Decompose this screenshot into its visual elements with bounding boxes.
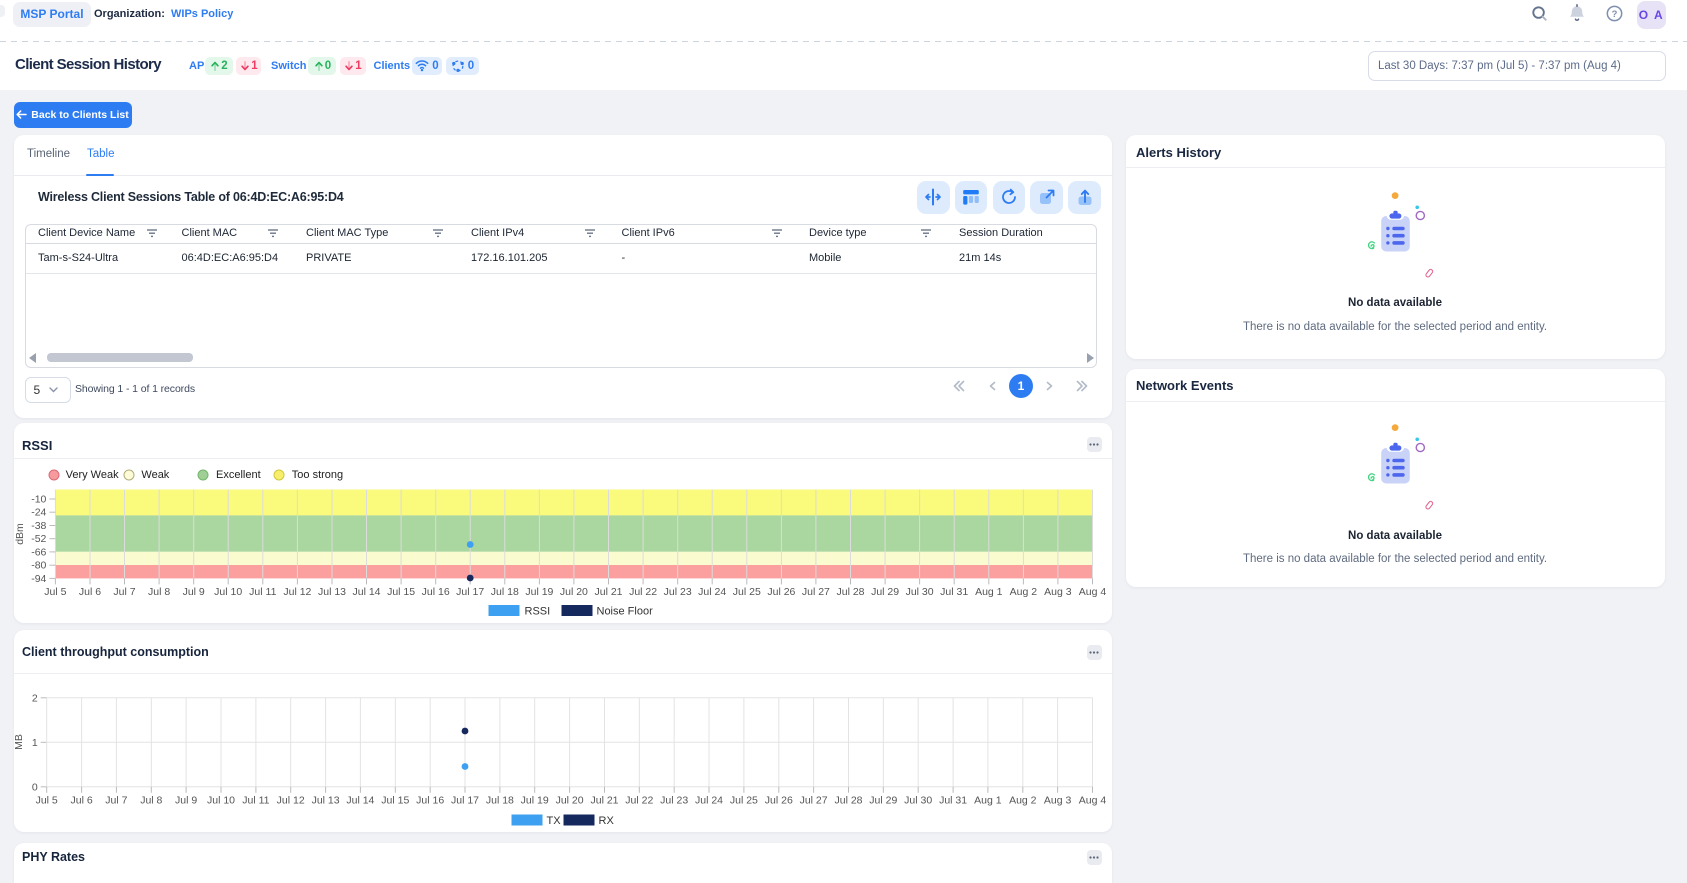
svg-text:Jul 28: Jul 28 [836,586,864,598]
svg-text:Noise Floor: Noise Floor [596,606,653,618]
svg-text:Jul 30: Jul 30 [905,586,933,598]
svg-text:Jul 13: Jul 13 [311,794,339,806]
svg-text:Jul 26: Jul 26 [767,586,795,598]
svg-text:-24: -24 [31,507,46,519]
svg-text:RX: RX [598,815,614,827]
svg-text:Jul 16: Jul 16 [416,794,444,806]
svg-text:Jul 6: Jul 6 [78,586,100,598]
svg-text:Jul 26: Jul 26 [764,794,792,806]
svg-text:1: 1 [31,737,37,749]
svg-text:Aug 3: Aug 3 [1043,794,1071,806]
svg-text:Jul 17: Jul 17 [450,794,478,806]
svg-text:-52: -52 [31,533,46,545]
svg-text:Jul 22: Jul 22 [625,794,653,806]
svg-text:Jul 16: Jul 16 [421,586,449,598]
svg-text:2: 2 [31,692,37,704]
svg-text:Jul 30: Jul 30 [904,794,932,806]
svg-text:dBm: dBm [14,523,26,545]
svg-text:Jul 19: Jul 19 [520,794,548,806]
svg-text:Jul 22: Jul 22 [629,586,657,598]
svg-text:Jul 17: Jul 17 [456,586,484,598]
svg-text:Jul 10: Jul 10 [206,794,234,806]
svg-text:Jul 31: Jul 31 [940,586,968,598]
svg-text:Jul 5: Jul 5 [35,794,57,806]
svg-text:Aug 2: Aug 2 [1009,794,1037,806]
svg-text:-10: -10 [31,494,46,506]
svg-text:Jul 12: Jul 12 [283,586,311,598]
svg-text:0: 0 [31,781,37,793]
svg-text:Jul 20: Jul 20 [555,794,583,806]
svg-text:Jul 23: Jul 23 [660,794,688,806]
svg-text:Aug 4: Aug 4 [1078,586,1106,598]
svg-text:Jul 24: Jul 24 [694,794,722,806]
svg-text:Jul 14: Jul 14 [346,794,374,806]
svg-text:Jul 9: Jul 9 [182,586,204,598]
svg-text:Jul 14: Jul 14 [352,586,380,598]
svg-text:Jul 28: Jul 28 [834,794,862,806]
svg-text:RSSI: RSSI [524,606,550,618]
svg-text:Jul 13: Jul 13 [317,586,345,598]
svg-text:Aug 4: Aug 4 [1078,794,1106,806]
svg-text:Jul 24: Jul 24 [698,586,726,598]
svg-text:Jul 15: Jul 15 [381,794,409,806]
svg-text:Jul 8: Jul 8 [148,586,170,598]
svg-text:Jul 5: Jul 5 [44,586,66,598]
svg-text:MB: MB [14,734,25,750]
svg-text:Jul 25: Jul 25 [732,586,760,598]
svg-text:Jul 29: Jul 29 [871,586,899,598]
svg-text:-38: -38 [31,520,46,532]
svg-text:Jul 11: Jul 11 [249,586,276,598]
svg-text:TX: TX [546,815,561,827]
svg-text:Jul 29: Jul 29 [869,794,897,806]
svg-text:Jul 31: Jul 31 [939,794,967,806]
svg-text:Jul 23: Jul 23 [663,586,691,598]
svg-text:Jul 15: Jul 15 [387,586,415,598]
svg-text:Jul 18: Jul 18 [485,794,513,806]
svg-text:Jul 7: Jul 7 [113,586,135,598]
svg-text:-66: -66 [31,546,46,558]
svg-text:Jul 11: Jul 11 [242,794,269,806]
svg-text:Jul 12: Jul 12 [276,794,304,806]
svg-text:-80: -80 [31,560,46,572]
svg-text:?: ? [1612,9,1618,20]
svg-text:Jul 9: Jul 9 [175,794,197,806]
svg-text:Jul 19: Jul 19 [525,586,553,598]
svg-text:Jul 10: Jul 10 [214,586,242,598]
svg-text:Jul 18: Jul 18 [490,586,518,598]
svg-text:Jul 7: Jul 7 [105,794,127,806]
svg-text:Jul 6: Jul 6 [70,794,92,806]
svg-text:Jul 27: Jul 27 [799,794,827,806]
svg-text:Jul 27: Jul 27 [801,586,829,598]
svg-text:Jul 20: Jul 20 [559,586,587,598]
svg-text:-94: -94 [31,573,46,585]
svg-text:Jul 21: Jul 21 [594,586,622,598]
svg-text:Aug 1: Aug 1 [974,794,1002,806]
svg-text:Aug 3: Aug 3 [1044,586,1072,598]
svg-text:Jul 25: Jul 25 [729,794,757,806]
svg-text:Jul 21: Jul 21 [590,794,618,806]
svg-text:Aug 2: Aug 2 [1009,586,1037,598]
svg-text:Aug 1: Aug 1 [975,586,1003,598]
svg-text:Jul 8: Jul 8 [140,794,162,806]
